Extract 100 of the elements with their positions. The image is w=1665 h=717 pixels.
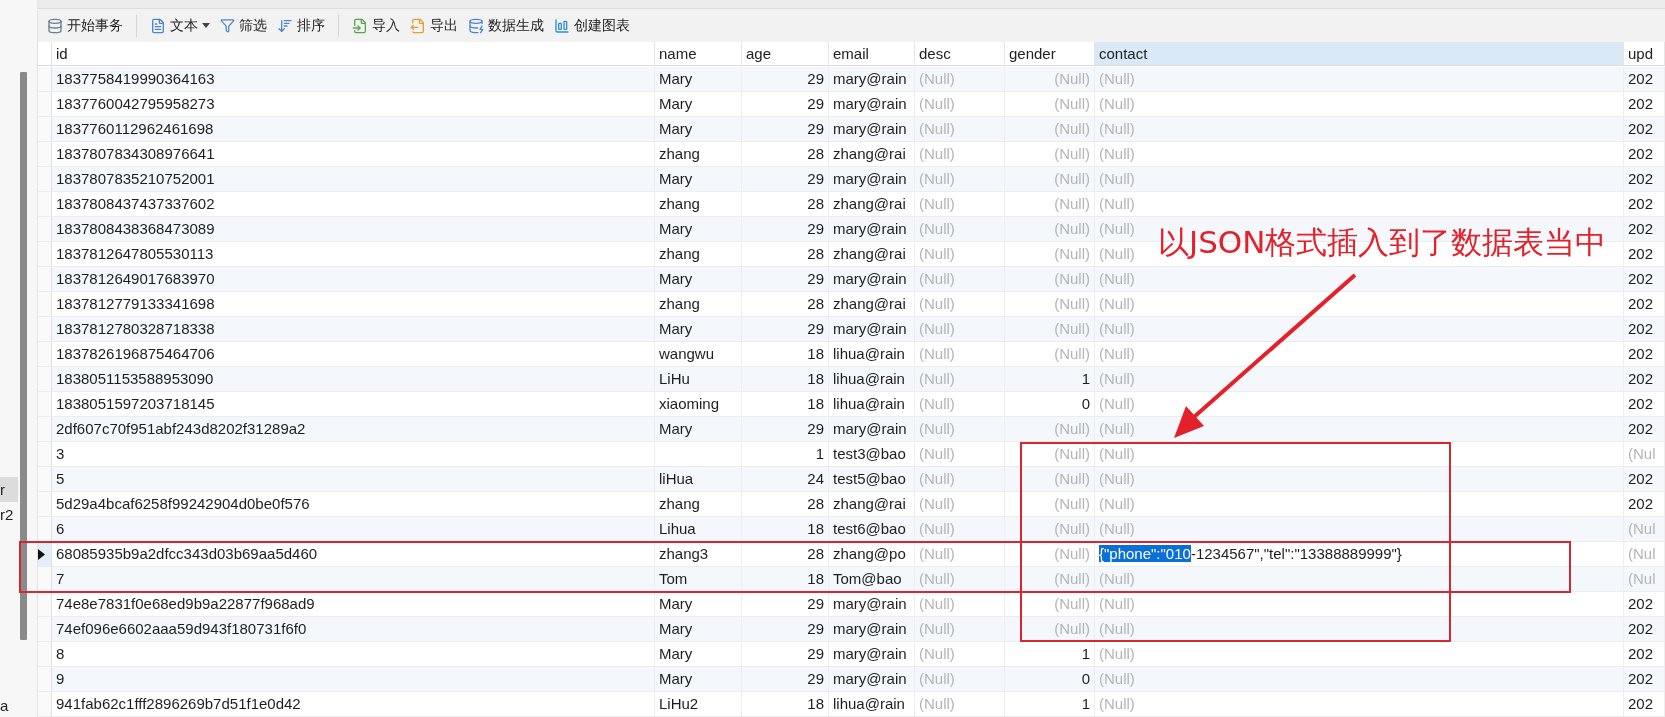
sidebar-item[interactable]: r2 [0,502,18,527]
toolbar-button[interactable]: 导出 [405,14,463,37]
table-cell: 29 [742,217,829,242]
import-icon [352,17,368,34]
null-cell: (Null) [1095,92,1624,117]
null-cell: (Null) [1095,467,1624,492]
toolbar-button[interactable]: 排序 [272,14,330,37]
column-header[interactable]: upd [1624,42,1665,66]
null-cell: (Null) [915,492,1005,517]
null-cell: (Null) [915,242,1005,267]
toolbar-button[interactable]: 数据生成 [463,14,549,37]
null-cell: (Null) [915,442,1005,467]
null-cell: (Null) [915,517,1005,542]
column-header[interactable]: email [829,42,915,66]
table-cell: lihua@rain [829,342,915,367]
null-cell: (Null) [1005,317,1095,342]
table-cell: 29 [742,117,829,142]
table-cell: 1 [1005,642,1095,667]
toolbar-button[interactable]: 导入 [347,14,405,37]
null-cell: (Null) [1095,642,1624,667]
table-cell: 202 [1624,267,1665,292]
table-cell: 28 [742,542,829,567]
table-cell: 1838051597203718145 [52,392,655,417]
null-cell: (Null) [1095,567,1624,592]
column-header[interactable]: gender [1005,42,1095,66]
toolbar-button[interactable]: 文本 [145,14,215,37]
toolbar-button[interactable]: 筛选 [215,14,272,37]
column-header[interactable]: id [52,42,655,66]
toolbar-button[interactable]: 创建图表 [549,14,635,37]
table-cell: 1837808438368473089 [52,217,655,242]
column-header[interactable]: contact [1095,42,1624,66]
table-cell: 941fab62c1fff2896269b7d51f1e0d42 [52,692,655,717]
null-cell: (Null) [915,392,1005,417]
null-cell: (Null) [915,467,1005,492]
null-cell: (Null) [1095,492,1624,517]
column-header[interactable]: age [742,42,829,66]
table-cell: 202 [1624,417,1665,442]
null-cell: (Null) [915,667,1005,692]
table-cell: 5d29a4bcaf6258f99242904d0be0f576 [52,492,655,517]
table-cell: test3@bao [829,442,915,467]
table-cell: LiHu2 [655,692,742,717]
null-cell: (Null) [915,267,1005,292]
null-cell: (Null) [1095,317,1624,342]
table-cell: 1 [742,442,829,467]
null-cell: (Nul [1624,442,1665,467]
table-cell: zhang@rai [829,492,915,517]
null-cell: (Null) [1005,617,1095,642]
table-cell: lihua@rain [829,392,915,417]
database-icon [468,17,484,34]
table-cell: 29 [742,617,829,642]
null-cell: (Null) [1005,192,1095,217]
table-cell: zhang@rai [829,242,915,267]
table-cell: 202 [1624,392,1665,417]
table-cell: 1837760112962461698 [52,117,655,142]
table-cell: 5 [52,467,655,492]
table-cell: wangwu [655,342,742,367]
null-cell: (Null) [915,317,1005,342]
row-header[interactable] [38,542,52,567]
table-cell: xiaoming [655,392,742,417]
null-cell: (Null) [915,617,1005,642]
null-cell: (Null) [915,542,1005,567]
table-cell: 18 [742,392,829,417]
null-cell: (Null) [915,292,1005,317]
sidebar-item[interactable]: a [0,695,18,717]
table-cell: 9 [52,667,655,692]
table-cell: 1837812780328718338 [52,317,655,342]
table-cell: zhang@po [829,542,915,567]
table-cell: Mary [655,417,742,442]
table-cell: mary@rain [829,417,915,442]
table-cell: zhang@rai [829,142,915,167]
null-cell: (Nul [1624,567,1665,592]
null-cell: (Null) [1005,217,1095,242]
table-cell: 1837812649017683970 [52,267,655,292]
table-cell: 202 [1624,342,1665,367]
table-cell: 29 [742,667,829,692]
table-cell: 202 [1624,217,1665,242]
table-cell: 29 [742,167,829,192]
null-cell: (Null) [915,367,1005,392]
table-cell: Mary [655,117,742,142]
table-cell: 1837807834308976641 [52,142,655,167]
table-cell: Mary [655,217,742,242]
table-cell: LiHu [655,367,742,392]
filter-icon [220,18,235,33]
table-cell: mary@rain [829,117,915,142]
table-cell: 29 [742,267,829,292]
null-cell: (Null) [1005,67,1095,92]
toolbar-button[interactable]: 开始事务 [42,14,128,37]
table-cell: 1837758419990364163 [52,67,655,92]
null-cell: (Null) [915,642,1005,667]
scrollbar[interactable] [20,72,27,640]
column-header[interactable]: name [655,42,742,66]
sidebar-item[interactable]: r [0,477,18,502]
table-cell: 202 [1624,192,1665,217]
null-cell: (Null) [1005,567,1095,592]
column-header[interactable]: desc [915,42,1005,66]
table-cell: zhang [655,192,742,217]
table-cell: 202 [1624,492,1665,517]
null-cell: (Null) [1005,492,1095,517]
null-cell: (Null) [1005,467,1095,492]
table-cell: 68085935b9a2dfcc343d03b69aa5d460 [52,542,655,567]
